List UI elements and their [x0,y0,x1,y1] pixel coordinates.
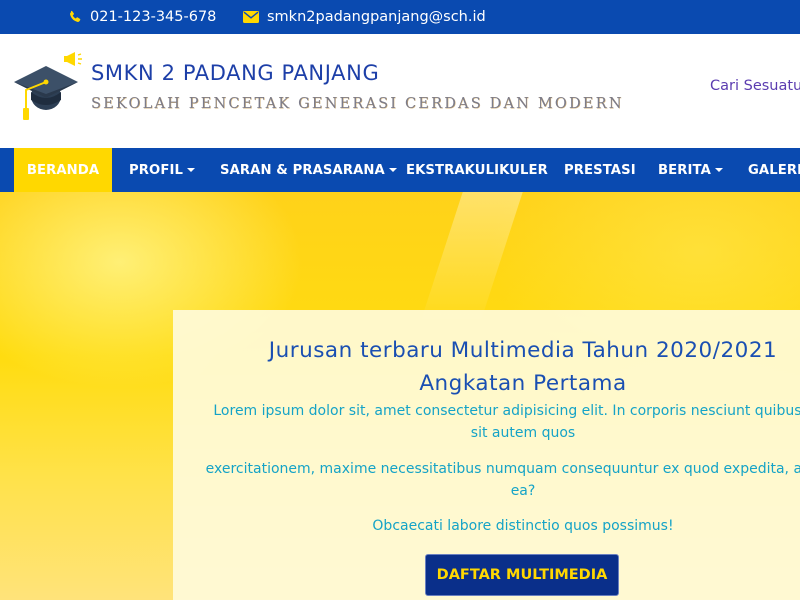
nav-item-label: BERANDA [26,162,100,178]
envelope-icon [243,11,259,23]
main-nav: BERANDA PROFIL SARAN & PRASARANA EKSTRAK… [0,148,800,192]
hero-paragraph-2: exercitationem, maxime necessitatibus nu… [173,458,800,502]
email-address: smkn2padangpanjang@sch.id [267,9,486,25]
hero-title-line2: Angkatan Pertama [419,371,627,396]
nav-item-label: SARAN & PRASARANA [220,162,385,178]
nav-item-label: GALERI [748,162,800,178]
daftar-multimedia-button[interactable]: DAFTAR MULTIMEDIA [425,554,619,596]
hero-title: Jurusan terbaru Multimedia Tahun 2020/20… [173,334,800,400]
nav-item-ekstrakulikuler[interactable]: EKSTRAKULIKULER [406,148,548,192]
nav-item-saran-prasarana[interactable]: SARAN & PRASARANA [220,148,397,192]
hero-content-panel: Jurusan terbaru Multimedia Tahun 2020/20… [173,310,800,600]
nav-item-label: PROFIL [129,162,183,178]
caret-down-icon [714,168,723,172]
school-name[interactable]: SMKN 2 PADANG PANJANG [91,61,379,85]
search-link[interactable]: Cari Sesuatu [710,78,800,94]
nav-item-prestasi[interactable]: PRESTASI [564,148,636,192]
nav-item-label: BERITA [658,162,711,178]
caret-down-icon [388,168,397,172]
hero-paragraph-3: Obcaecati labore distinctio quos possimu… [372,518,674,534]
hero-paragraph-1-line2: sit autem quos [470,425,576,441]
nav-item-label: EKSTRAKULIKULER [406,162,548,178]
email-contact[interactable]: smkn2padangpanjang@sch.id [243,0,486,34]
phone-icon [68,10,82,24]
graduation-cap-icon [14,66,78,120]
phone-number: 021-123-345-678 [90,9,217,25]
caret-down-icon [186,168,195,172]
hero-banner: Jurusan terbaru Multimedia Tahun 2020/20… [0,192,800,600]
hero-paragraph-2-line1: exercitationem, maxime necessitatibus nu… [205,461,800,477]
hero-title-line1: Jurusan terbaru Multimedia Tahun 2020/20… [268,338,778,363]
hero-paragraph-1-line1: Lorem ipsum dolor sit, amet consectetur … [213,403,800,419]
school-tagline: SEKOLAH PENCETAK GENERASI CERDAS DAN MOD… [91,96,624,112]
nav-item-galeri[interactable]: GALERI [748,148,800,192]
nav-item-label: PRESTASI [564,162,636,178]
nav-item-berita[interactable]: BERITA [658,148,723,192]
hero-paragraph-2-line2: ea? [510,483,536,499]
nav-item-profil[interactable]: PROFIL [129,148,195,192]
school-logo[interactable] [12,44,84,124]
hero-paragraph-1: Lorem ipsum dolor sit, amet consectetur … [173,400,800,444]
site-header: SMKN 2 PADANG PANJANG SEKOLAH PENCETAK G… [0,34,800,148]
top-contact-bar: 021-123-345-678 smkn2padangpanjang@sch.i… [0,0,800,34]
nav-item-beranda[interactable]: BERANDA [14,148,112,192]
megaphone-icon [64,52,82,66]
phone-contact[interactable]: 021-123-345-678 [68,0,216,34]
